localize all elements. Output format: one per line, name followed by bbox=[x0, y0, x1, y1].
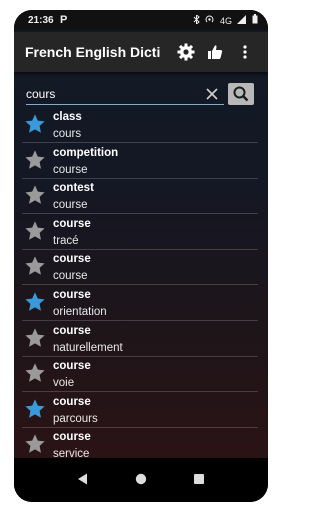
battery-icon bbox=[252, 14, 258, 26]
entry-term: course bbox=[53, 431, 91, 444]
entry-term: course bbox=[53, 395, 91, 408]
status-indicators: 4G bbox=[190, 13, 258, 26]
entry-term: course bbox=[53, 217, 91, 230]
signal-icon bbox=[237, 15, 249, 26]
entry-translation: cours bbox=[53, 128, 82, 140]
list-item[interactable]: course voie bbox=[22, 357, 258, 393]
star-icon[interactable] bbox=[24, 149, 46, 171]
app-screen: 21:36 P 4G French English Dicti... cours… bbox=[14, 10, 268, 502]
list-item[interactable]: competition course bbox=[22, 144, 258, 179]
star-icon[interactable] bbox=[24, 255, 46, 277]
network-type-label: 4G bbox=[219, 16, 232, 26]
search-bar bbox=[14, 80, 268, 110]
entry-term: competition bbox=[53, 146, 119, 159]
list-item[interactable]: contest course bbox=[22, 179, 258, 215]
star-icon[interactable] bbox=[24, 113, 46, 135]
star-icon[interactable] bbox=[24, 398, 46, 420]
entry-term: contest bbox=[53, 182, 94, 195]
entry-translation: parcours bbox=[53, 412, 98, 425]
home-icon[interactable] bbox=[134, 472, 148, 486]
bluetooth-icon bbox=[193, 13, 203, 26]
status-time: 21:36 bbox=[28, 15, 54, 26]
hotspot-icon bbox=[205, 15, 217, 26]
star-icon[interactable] bbox=[24, 433, 46, 455]
results-list: class cours competition course contest course… bbox=[14, 108, 268, 458]
search-input[interactable] bbox=[26, 84, 224, 105]
entry-term: course bbox=[53, 253, 91, 266]
status-bar: 21:36 P 4G bbox=[14, 10, 268, 30]
entry-translation: service bbox=[53, 448, 90, 458]
phone-frame: 21:36 P 4G French English Dicti... cours… bbox=[14, 10, 268, 502]
notification-badge: P bbox=[60, 14, 68, 26]
list-item[interactable]: course parcours bbox=[22, 393, 258, 428]
entry-translation: tracé bbox=[53, 234, 79, 247]
list-item[interactable]: course orientation bbox=[22, 286, 258, 321]
back-icon[interactable] bbox=[76, 472, 90, 486]
list-item[interactable]: course tracé bbox=[22, 215, 258, 250]
entry-translation: course bbox=[53, 163, 88, 176]
search-icon bbox=[228, 86, 254, 109]
star-icon[interactable] bbox=[24, 362, 46, 384]
thumbs-up-icon[interactable] bbox=[205, 42, 225, 62]
entry-term: course bbox=[53, 360, 91, 373]
star-icon[interactable] bbox=[24, 220, 46, 242]
entry-term: class bbox=[53, 111, 82, 123]
system-nav-bar bbox=[14, 458, 268, 502]
more-vert-icon[interactable] bbox=[235, 42, 255, 62]
star-icon[interactable] bbox=[24, 327, 46, 349]
app-title: French English Dicti... bbox=[25, 44, 161, 60]
star-icon[interactable] bbox=[24, 291, 46, 313]
list-item[interactable]: course naturellement bbox=[22, 322, 258, 357]
entry-translation: orientation bbox=[53, 306, 107, 318]
entry-term: course bbox=[53, 289, 91, 301]
entry-translation: course bbox=[53, 199, 88, 212]
recents-icon[interactable] bbox=[192, 472, 206, 486]
star-icon[interactable] bbox=[24, 184, 46, 206]
list-item[interactable]: course course bbox=[22, 250, 258, 286]
entry-translation: voie bbox=[53, 377, 75, 390]
entry-term: course bbox=[53, 324, 91, 337]
app-toolbar: French English Dicti... bbox=[14, 32, 268, 72]
list-item[interactable]: course service bbox=[22, 428, 258, 458]
close-icon[interactable] bbox=[206, 87, 218, 100]
entry-translation: course bbox=[53, 270, 88, 283]
entry-translation: naturellement bbox=[53, 341, 123, 354]
list-item[interactable]: class cours bbox=[22, 108, 258, 143]
gear-icon[interactable] bbox=[176, 42, 196, 62]
search-button[interactable] bbox=[228, 83, 254, 105]
